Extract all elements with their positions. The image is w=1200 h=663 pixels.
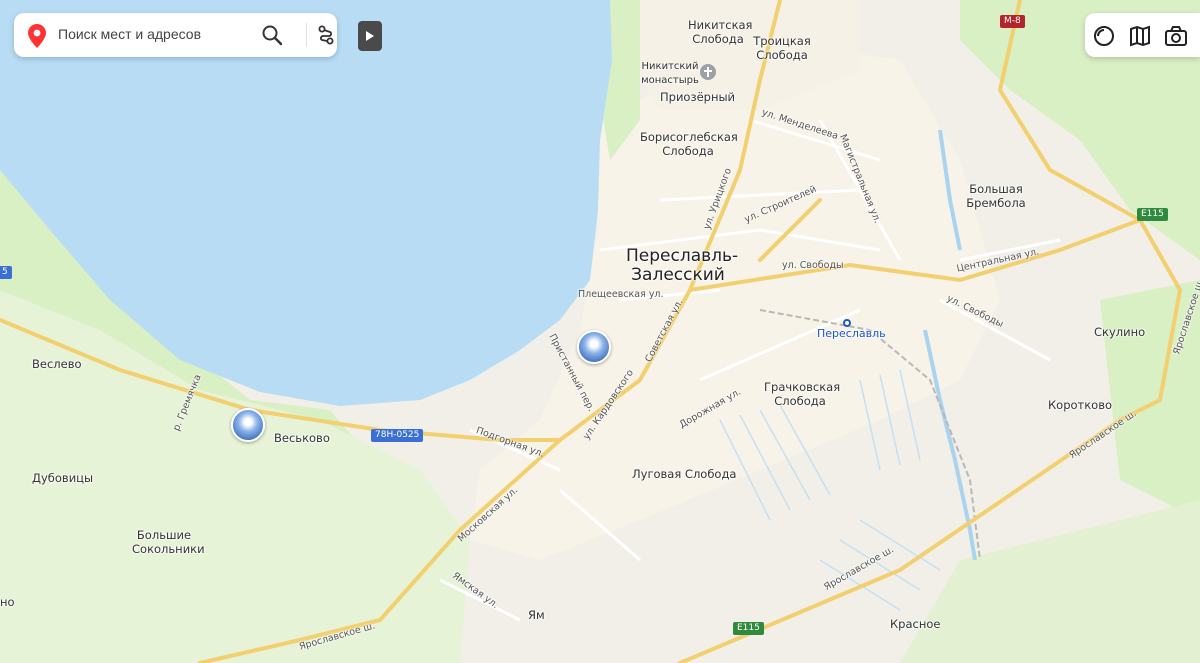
location-pin-icon xyxy=(28,24,46,48)
railway-station-icon[interactable] xyxy=(843,319,851,327)
monastery-icon[interactable] xyxy=(700,64,716,80)
photo-marker-veskovo[interactable] xyxy=(231,408,265,442)
map-toolbar xyxy=(1085,13,1200,57)
label-nikitskaya-sloboda: Никитская Слобода xyxy=(688,18,753,46)
route-shield-e115-south: E115 xyxy=(733,622,764,635)
label-bolshaya-brembola: Большая Брембола xyxy=(966,182,1026,210)
expand-panel-button[interactable] xyxy=(358,21,382,51)
label-edge-no: но xyxy=(0,595,15,609)
label-borisoglebskaya-sloboda: Борисоглебская Слобода xyxy=(640,130,738,158)
label-priozerny: Приозёрный xyxy=(660,90,736,104)
search-box[interactable]: Поиск мест и адресов xyxy=(14,13,337,57)
label-korotkovo: Коротково xyxy=(1048,398,1113,412)
panorama-icon[interactable] xyxy=(1163,23,1189,49)
label-dubovitsy: Дубовицы xyxy=(32,471,94,485)
label-troitskaya-sloboda: Троицкая Слобода xyxy=(753,34,811,62)
photo-marker-city-center[interactable] xyxy=(577,330,611,364)
street-svobody-1: ул. Свободы xyxy=(782,260,844,271)
label-veskovo: Веськово xyxy=(274,431,330,445)
route-icon[interactable] xyxy=(314,23,338,47)
label-pereslavl-station: Переславль xyxy=(817,327,886,340)
route-shield-e115-north: E115 xyxy=(1137,208,1168,221)
label-skulino: Скулино xyxy=(1094,325,1146,339)
route-shield-78n-0525: 78Н-0525 xyxy=(371,429,424,442)
label-lugovaya-sloboda: Луговая Слобода xyxy=(632,467,737,481)
search-divider xyxy=(306,23,307,47)
route-shield-edge: 5 xyxy=(0,266,12,279)
label-veslevo: Веслево xyxy=(32,357,82,371)
search-input[interactable]: Поиск мест и адресов xyxy=(58,26,201,42)
label-yam: Ям xyxy=(528,608,545,622)
street-pleshcheevskaya: Плещеевская ул. xyxy=(578,289,664,300)
label-grachkovskaya-sloboda: Грачковская Слобода xyxy=(764,380,841,408)
route-shield-m8: M-8 xyxy=(1000,15,1025,28)
label-krasnoe: Красное xyxy=(890,617,941,631)
map-view-icon[interactable] xyxy=(1127,23,1153,49)
layers-icon[interactable] xyxy=(1091,23,1117,49)
play-arrow-icon xyxy=(366,31,374,41)
label-pereslavl-zalessky: Переславль- Залесский xyxy=(626,246,739,285)
label-nikitsky-monastery: Никитский монастырь xyxy=(641,61,699,86)
label-bolshie-sokolniki: Большие Сокольники xyxy=(132,528,205,556)
search-icon[interactable] xyxy=(260,23,284,47)
